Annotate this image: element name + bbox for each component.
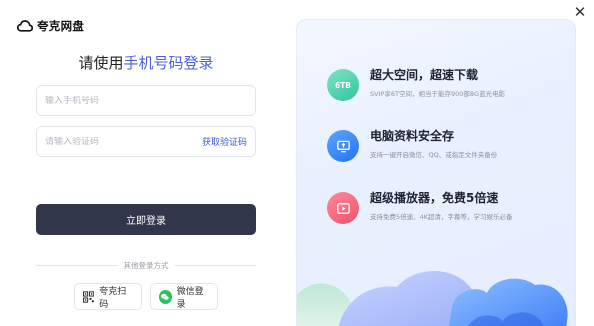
feature-player: 超级播放器，免费5倍速 支持免费5倍速、4K超清，字幕等，学习娱乐必备 bbox=[327, 190, 513, 224]
phone-input[interactable] bbox=[45, 95, 247, 106]
divider-line-left bbox=[36, 265, 118, 266]
code-field[interactable]: 获取验证码 bbox=[36, 126, 256, 157]
app-logo: 夸克网盘 bbox=[17, 18, 84, 34]
play-icon bbox=[327, 192, 359, 224]
storage-icon: 6TB bbox=[327, 69, 359, 101]
wechat-login-button[interactable]: 微信登录 bbox=[150, 283, 218, 310]
monitor-icon bbox=[327, 130, 359, 162]
storage-icon-text: 6TB bbox=[334, 80, 352, 90]
feature-title: 超大空间，超速下载 bbox=[370, 68, 479, 82]
other-login-label: 其他登录方式 bbox=[123, 261, 169, 270]
feature-backup: 电脑资料安全存 支持一键开启微信、QQ、或指定文件夹备份 bbox=[327, 128, 497, 162]
title-highlight: 手机号码登录 bbox=[123, 54, 214, 72]
feature-subtitle: 支持免费5倍速、4K超清，字幕等，学习娱乐必备 bbox=[370, 213, 513, 221]
other-login-divider: 其他登录方式 bbox=[36, 260, 256, 271]
code-input[interactable] bbox=[45, 136, 202, 147]
wechat-icon bbox=[159, 289, 172, 304]
promo-panel: 6TB 超大空间，超速下载 SVIP享6T空间，相当于能存900部8G蓝光电影 … bbox=[296, 19, 576, 326]
phone-field[interactable] bbox=[36, 85, 256, 116]
qr-code-icon bbox=[83, 290, 95, 303]
feature-subtitle: SVIP享6T空间，相当于能存900部8G蓝光电影 bbox=[370, 90, 506, 98]
close-icon[interactable]: ✕ bbox=[572, 4, 588, 20]
login-button[interactable]: 立即登录 bbox=[36, 204, 256, 235]
feature-storage: 6TB 超大空间，超速下载 SVIP享6T空间，相当于能存900部8G蓝光电影 bbox=[327, 67, 505, 101]
quark-scan-button[interactable]: 夸克扫码 bbox=[74, 283, 142, 310]
feature-title: 电脑资料安全存 bbox=[370, 129, 455, 143]
cloud-illustration bbox=[297, 271, 568, 326]
wechat-login-label: 微信登录 bbox=[176, 286, 204, 310]
quark-scan-label: 夸克扫码 bbox=[99, 286, 127, 310]
login-title: 请使用手机号码登录 bbox=[36, 52, 256, 73]
feature-title: 超级播放器，免费5倍速 bbox=[370, 191, 499, 205]
app-name: 夸克网盘 bbox=[37, 19, 85, 33]
cloud-logo-icon bbox=[17, 20, 33, 32]
divider-line-right bbox=[174, 265, 256, 266]
feature-subtitle: 支持一键开启微信、QQ、或指定文件夹备份 bbox=[370, 151, 498, 159]
get-code-link[interactable]: 获取验证码 bbox=[202, 135, 247, 148]
title-prefix: 请使用 bbox=[78, 54, 124, 72]
